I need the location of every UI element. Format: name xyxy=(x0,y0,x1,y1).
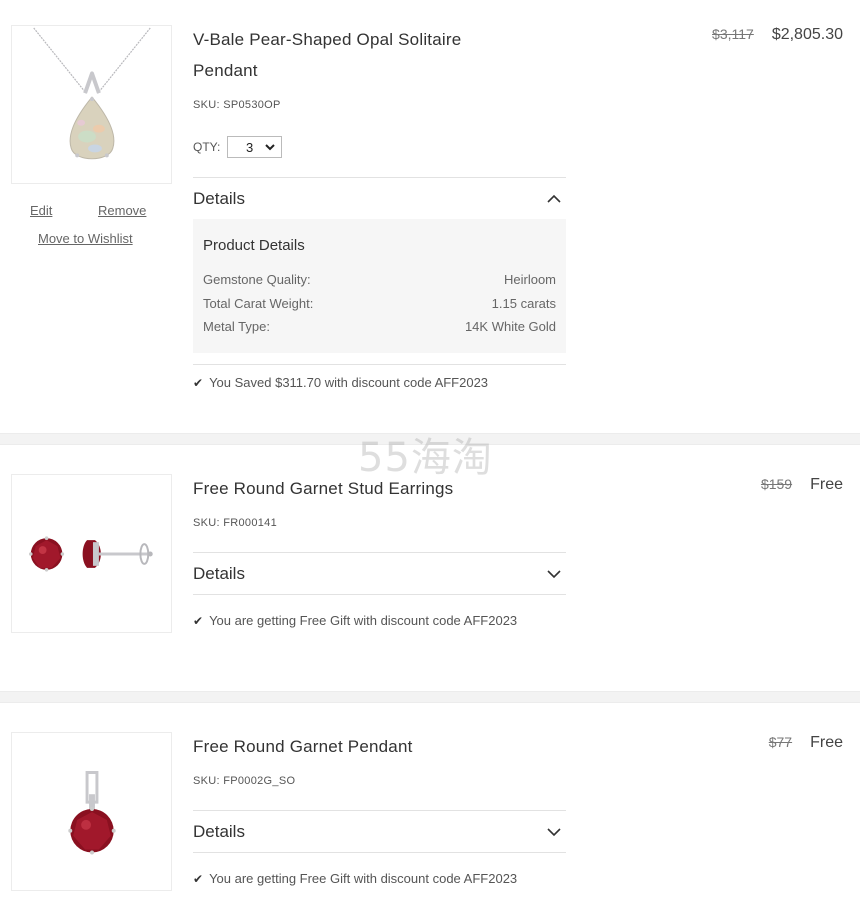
product-image-garnet-pendant[interactable] xyxy=(11,732,172,891)
sale-price: Free xyxy=(810,476,843,493)
chevron-down-icon xyxy=(547,569,561,578)
product-title[interactable]: Free Round Garnet Stud Earrings xyxy=(193,473,523,504)
garnet-pendant-illustration xyxy=(68,771,116,855)
discount-text: You are getting Free Gift with discount … xyxy=(209,613,518,628)
discount-text: You Saved $311.70 with discount code AFF… xyxy=(209,375,489,390)
product-sku: SKU: FP0002G_SO xyxy=(193,775,296,787)
item-divider xyxy=(0,433,860,445)
remove-link[interactable]: Remove xyxy=(98,203,146,218)
chevron-down-icon xyxy=(265,144,275,151)
cart-item-garnet-pendant: Free Round Garnet Pendant SKU: FP0002G_S… xyxy=(0,703,860,898)
check-icon: ✔ xyxy=(193,872,204,886)
sale-price: Free xyxy=(810,734,843,751)
details-accordion: Details xyxy=(193,552,566,595)
check-icon: ✔ xyxy=(193,614,204,628)
price-row: $159 Free xyxy=(761,476,843,494)
item-divider xyxy=(0,691,860,703)
details-accordion: Details Product Details Gemstone Quality… xyxy=(193,177,566,365)
product-title[interactable]: Free Round Garnet Pendant xyxy=(193,731,523,762)
garnet-earrings-illustration xyxy=(28,536,153,572)
spec-label: Metal Type: xyxy=(203,319,270,334)
product-title[interactable]: V-Bale Pear-Shaped Opal Solitaire Pendan… xyxy=(193,24,523,86)
spec-value: 14K White Gold xyxy=(464,319,556,334)
details-label: Details xyxy=(193,821,245,841)
qty-label: QTY: xyxy=(193,140,221,154)
chevron-down-icon xyxy=(547,827,561,836)
sale-price: $2,805.30 xyxy=(771,26,843,43)
product-sku: SKU: FR000141 xyxy=(193,517,277,529)
spec-row: Gemstone Quality: Heirloom xyxy=(203,268,556,292)
details-label: Details xyxy=(193,563,245,583)
details-label: Details xyxy=(193,188,245,208)
check-icon: ✔ xyxy=(193,376,204,390)
chevron-up-icon xyxy=(547,194,561,203)
move-to-wishlist-link[interactable]: Move to Wishlist xyxy=(38,231,133,246)
discount-message: ✔ You are getting Free Gift with discount… xyxy=(193,613,517,628)
spec-label: Total Carat Weight: xyxy=(203,295,314,311)
quantity-value: 3 xyxy=(246,139,254,155)
price-row: $3,117 $2,805.30 xyxy=(712,26,843,44)
panel-title: Product Details xyxy=(203,237,305,254)
spec-row: Total Carat Weight: 1.15 carats xyxy=(203,292,556,316)
spec-label: Gemstone Quality: xyxy=(203,272,311,287)
original-price: $3,117 xyxy=(712,26,754,42)
product-sku: SKU: SP0530OP xyxy=(193,99,281,111)
original-price: $159 xyxy=(760,476,793,492)
spec-value: 1.15 carats xyxy=(491,295,556,311)
product-details-panel: Product Details Gemstone Quality: Heirlo… xyxy=(193,219,566,353)
details-toggle[interactable]: Details xyxy=(193,553,566,594)
edit-link[interactable]: Edit xyxy=(30,203,52,218)
price-row: $77 Free xyxy=(769,734,843,752)
discount-message: ✔ You are getting Free Gift with discount… xyxy=(193,871,517,886)
details-accordion: Details xyxy=(193,810,566,853)
cart-item-opal-pendant: Edit Remove Move to Wishlist V-Bale Pear… xyxy=(0,0,860,430)
discount-message: ✔ You Saved $311.70 with discount code AF… xyxy=(193,375,488,390)
cart-item-garnet-studs: Free Round Garnet Stud Earrings SKU: FR0… xyxy=(0,445,860,690)
discount-text: You are getting Free Gift with discount … xyxy=(209,871,518,886)
details-toggle[interactable]: Details xyxy=(193,178,566,219)
product-image-garnet-studs[interactable] xyxy=(11,474,172,633)
quantity-select[interactable]: 3 xyxy=(227,136,282,158)
original-price: $77 xyxy=(768,734,793,750)
spec-row: Metal Type: 14K White Gold xyxy=(203,315,556,339)
spec-value: Heirloom xyxy=(503,272,556,287)
opal-pendant-illustration xyxy=(33,27,151,160)
details-toggle[interactable]: Details xyxy=(193,811,566,852)
product-image-opal-pendant[interactable] xyxy=(11,25,172,184)
